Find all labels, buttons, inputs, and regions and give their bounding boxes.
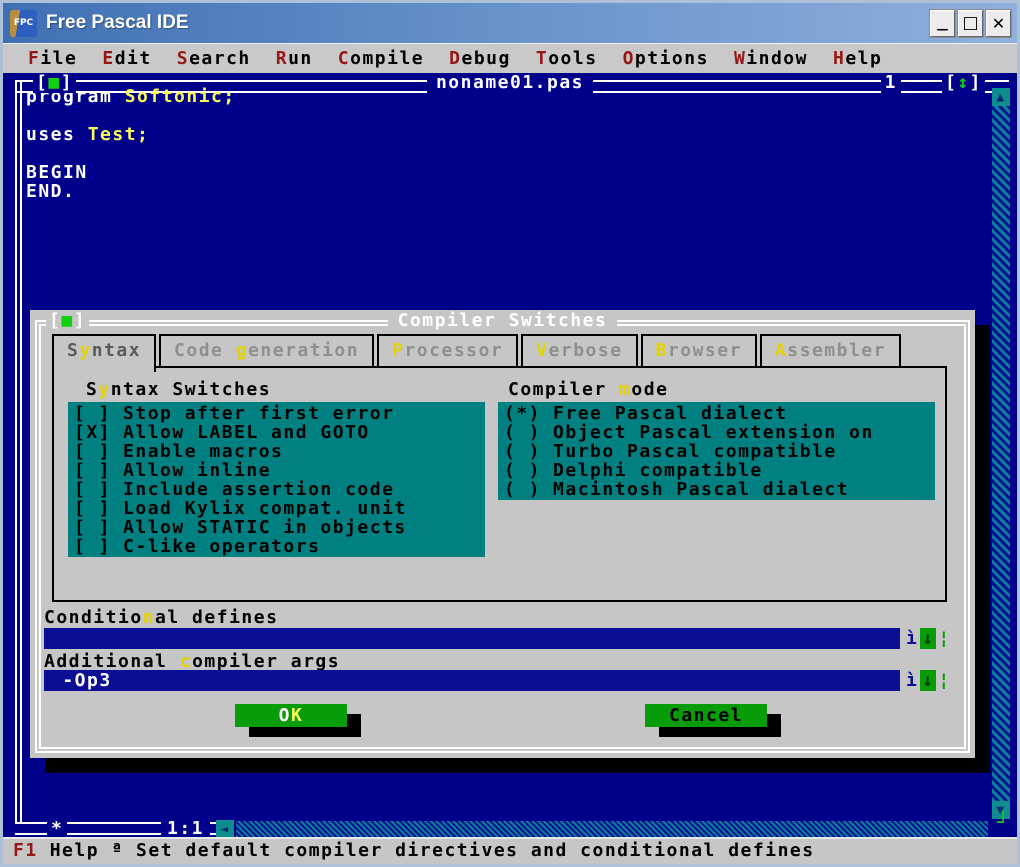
tab-browser[interactable]: Browser [640,334,757,366]
close-button[interactable]: ✕ [986,9,1011,37]
radio-turbo-pascal-compatible[interactable]: ( ) Turbo Pascal compatible [504,442,935,461]
compiler-mode-label: Compiler mode [508,379,669,400]
statusbar-hint: Help ª Set default compiler directives a… [49,840,815,861]
checkbox-state: [ ] [74,498,112,519]
editor-window-number: 1 [880,73,901,93]
code-identifier: Softonic; [124,86,236,107]
dialog-close-button[interactable]: [■] [46,310,90,331]
menu-compile[interactable]: Compile [338,48,424,69]
horizontal-scrollbar[interactable] [236,821,988,837]
menu-window[interactable]: Window [734,48,808,69]
dialog-close-icon: ■ [61,310,74,331]
radio-state: (*) [504,403,542,424]
menu-tools[interactable]: Tools [536,48,598,69]
checkbox-allow-inline[interactable]: [ ] Allow inline [74,461,485,480]
titlebar: FPC Free Pascal IDE — □ ✕ [3,3,1017,43]
menubar: File Edit Search Run Compile Debug Tools… [3,43,1017,73]
radio-state: ( ) [504,441,542,462]
menu-search[interactable]: Search [177,48,251,69]
tab-assembler[interactable]: Assembler [759,334,901,366]
conditional-defines-input[interactable] [44,628,900,649]
minimize-button[interactable]: — [930,9,955,37]
radio-object-pascal-extension-on[interactable]: ( ) Object Pascal extension on [504,423,935,442]
checkbox-state: [ ] [74,403,112,424]
modified-flag: * [47,819,68,837]
additional-args-label: Additional compiler args [44,651,341,672]
menu-edit[interactable]: Edit [102,48,151,69]
additional-args-history: ì ↓ ¦ [906,670,951,691]
menu-run[interactable]: Run [276,48,313,69]
app-icon: FPC [10,9,37,37]
statusbar-f1-help[interactable]: F1 [13,840,38,861]
tab-verbose[interactable]: Verbose [521,334,638,366]
radio-macintosh-pascal-dialect[interactable]: ( ) Macintosh Pascal dialect [504,480,935,499]
radio-delphi-compatible[interactable]: ( ) Delphi compatible [504,461,935,480]
window-close-icon: ■ [48,73,61,93]
editor-content[interactable]: program Softonic; uses Test; BEGIN END. [26,87,236,201]
history-dropdown-icon[interactable]: ↓ [920,628,937,649]
history-dropdown-icon[interactable]: ↓ [920,670,937,691]
dialog-title: Compiler Switches [387,310,618,331]
checkbox-state: [ ] [74,536,112,557]
checkbox-state: [ ] [74,479,112,500]
dialog-tabs: Syntax Code generation Processor Verbose… [52,334,901,372]
minimize-icon: — [936,22,949,36]
radio-free-pascal-dialect[interactable]: (*) Free Pascal dialect [504,404,935,423]
checkbox-stop-after-first-error[interactable]: [ ] Stop after first error [74,404,485,423]
editor-zoom-button[interactable]: [↕] [941,73,985,93]
code-identifier: Test; [87,124,150,145]
app-window: FPC Free Pascal IDE — □ ✕ File Edit Sear… [0,0,1020,867]
dialog-title-bar: Compiler Switches [30,310,975,331]
compiler-switches-dialog: [■] Compiler Switches Syntax Code genera… [30,310,975,758]
syntax-switches-label: Syntax Switches [86,379,272,400]
checkbox-state: [ ] [74,460,112,481]
compiler-mode-list: (*) Free Pascal dialect ( ) Object Pascal … [498,402,935,500]
checkbox-c-like-operators[interactable]: [ ] C-like operators [74,537,485,556]
vertical-scrollbar[interactable] [992,106,1010,801]
statusbar: F1 Help ª Set default compiler directive… [3,837,1017,864]
tab-processor[interactable]: Processor [377,334,519,366]
code-keyword: END. [26,181,76,202]
scroll-left-icon[interactable]: ◄ [216,820,234,837]
window-controls: — □ ✕ [930,9,1011,37]
editor-close-button[interactable]: [■] [33,73,77,93]
cancel-button[interactable]: Cancel [645,704,767,727]
menu-help[interactable]: Help [833,48,882,69]
radio-state: ( ) [504,479,542,500]
menu-debug[interactable]: Debug [449,48,511,69]
code-keyword: uses [26,124,88,145]
additional-args-input[interactable]: -Op3 [44,670,900,691]
checkbox-state: [ ] [74,441,112,462]
ok-button[interactable]: OK [235,704,347,727]
menu-file[interactable]: File [28,48,77,69]
checkbox-state: [X] [74,422,112,443]
zoom-resize-icon: ↕ [957,73,970,93]
scroll-up-icon[interactable]: ▲ [992,88,1010,106]
close-icon: ✕ [991,13,1006,33]
checkbox-load-kylix-compat-unit[interactable]: [ ] Load Kylix compat. unit [74,499,485,518]
maximize-icon: □ [962,13,979,33]
checkbox-allow-label-and-goto[interactable]: [X] Allow LABEL and GOTO [74,423,485,442]
checkbox-allow-static-in-objects[interactable]: [ ] Allow STATIC in objects [74,518,485,537]
tab-syntax[interactable]: Syntax [52,334,157,372]
resize-corner-icon[interactable]: ┘ [997,812,1011,832]
maximize-button[interactable]: □ [958,9,983,37]
code-keyword: BEGIN [26,162,88,183]
syntax-switches-list: [ ] Stop after first error [X] Allow LABEL… [68,402,485,557]
checkbox-enable-macros[interactable]: [ ] Enable macros [74,442,485,461]
menu-options[interactable]: Options [623,48,709,69]
editor-left-border [15,82,22,822]
window-title: Free Pascal IDE [46,12,189,33]
conditional-defines-history: ì ↓ ¦ [906,628,951,649]
tab-code-generation[interactable]: Code generation [159,334,375,366]
editor-window: [■] noname01.pas 1 [↕] program Softonic;… [3,73,1017,837]
checkbox-state: [ ] [74,517,112,538]
app-icon-text: FPC [13,18,34,28]
cursor-position: 1:1 [161,819,211,837]
conditional-defines-label: Conditional defines [44,607,279,628]
checkbox-include-assertion-code[interactable]: [ ] Include assertion code [74,480,485,499]
radio-state: ( ) [504,422,542,443]
radio-state: ( ) [504,460,542,481]
